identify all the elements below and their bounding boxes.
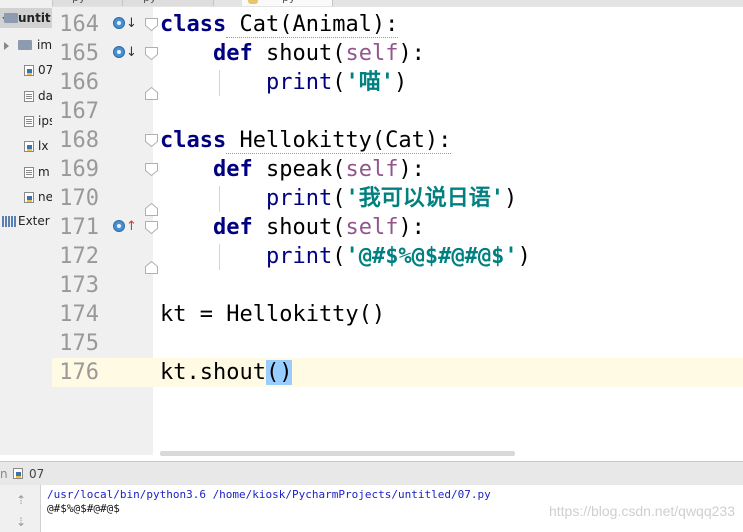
code-token: Cat(Animal):: [226, 12, 399, 38]
builtin-token: print: [265, 244, 333, 269]
code-line-168[interactable]: class Hellokitty(Cat):: [160, 126, 452, 155]
watermark: https://blog.csdn.net/qwqq233: [548, 503, 735, 519]
code-token: kt = Hellokitty(): [160, 302, 386, 327]
run-toolbar: ⇡ ⇣: [0, 485, 41, 532]
code-line-176[interactable]: kt.shout(): [160, 358, 293, 387]
run-tool-header: n 07: [0, 461, 743, 486]
keyword-token: class: [160, 12, 227, 37]
fold-close-icon: [145, 202, 158, 216]
run-icon[interactable]: n: [0, 467, 8, 481]
scroll-down-icon[interactable]: ⇣: [14, 515, 28, 529]
string-token: '我可以说日语': [345, 186, 504, 211]
code-token: (: [332, 186, 346, 211]
fold-open-icon: [145, 134, 158, 148]
keyword-token: class: [160, 128, 227, 153]
python-file-icon: [13, 468, 23, 479]
fold-open-icon: [145, 18, 158, 32]
code-line-171[interactable]: def shout(self):: [160, 213, 425, 242]
code-line-166[interactable]: print('喵'): [160, 68, 407, 97]
run-tab-label[interactable]: 07: [29, 467, 44, 481]
self-token: self: [345, 157, 399, 182]
code-token: ):: [398, 215, 425, 240]
builtin-token: print: [265, 70, 333, 95]
code-token: ): [503, 186, 518, 211]
fold-open-icon: [145, 47, 158, 61]
keyword-token: def: [212, 157, 253, 182]
fold-close-icon: [145, 86, 158, 100]
code-token: shout(: [252, 41, 346, 66]
console-output: @#$%@$#@#@$: [47, 502, 120, 515]
code-token: shout(: [252, 215, 346, 240]
code-line-170[interactable]: print('我可以说日语'): [160, 184, 517, 213]
code-line-174[interactable]: kt = Hellokitty(): [160, 300, 385, 329]
builtin-token: print: [265, 186, 333, 211]
code-token: ): [393, 70, 408, 95]
keyword-token: def: [212, 215, 253, 240]
self-token: self: [345, 41, 399, 66]
code-token: ): [517, 244, 531, 269]
string-token: '喵': [345, 70, 394, 95]
code-token: (: [332, 244, 346, 269]
code-token: Hellokitty(Cat):: [226, 128, 452, 154]
console-command: /usr/local/bin/python3.6 /home/kiosk/Pyc…: [47, 488, 491, 501]
matched-paren-token: (): [265, 360, 293, 385]
scroll-up-icon[interactable]: ⇡: [14, 493, 28, 507]
code-line-169[interactable]: def speak(self):: [160, 155, 425, 184]
code-token: kt.shout: [160, 360, 266, 385]
keyword-token: def: [212, 41, 253, 66]
code-token: ):: [398, 41, 425, 66]
horizontal-scrollbar[interactable]: [160, 451, 515, 456]
fold-open-icon: [145, 163, 158, 177]
fold-close-icon: [145, 260, 158, 274]
code-line-164[interactable]: class Cat(Animal):: [160, 10, 399, 39]
code-token: speak(: [252, 157, 346, 182]
self-token: self: [345, 215, 399, 240]
code-token: (: [332, 70, 346, 95]
code-line-172[interactable]: print('@#$%@$#@#@$'): [160, 242, 531, 271]
string-token: '@#$%@$#@#@$': [345, 244, 518, 269]
code-line-165[interactable]: def shout(self):: [160, 39, 425, 68]
code-token: ):: [398, 157, 425, 182]
fold-open-icon: [145, 221, 158, 235]
